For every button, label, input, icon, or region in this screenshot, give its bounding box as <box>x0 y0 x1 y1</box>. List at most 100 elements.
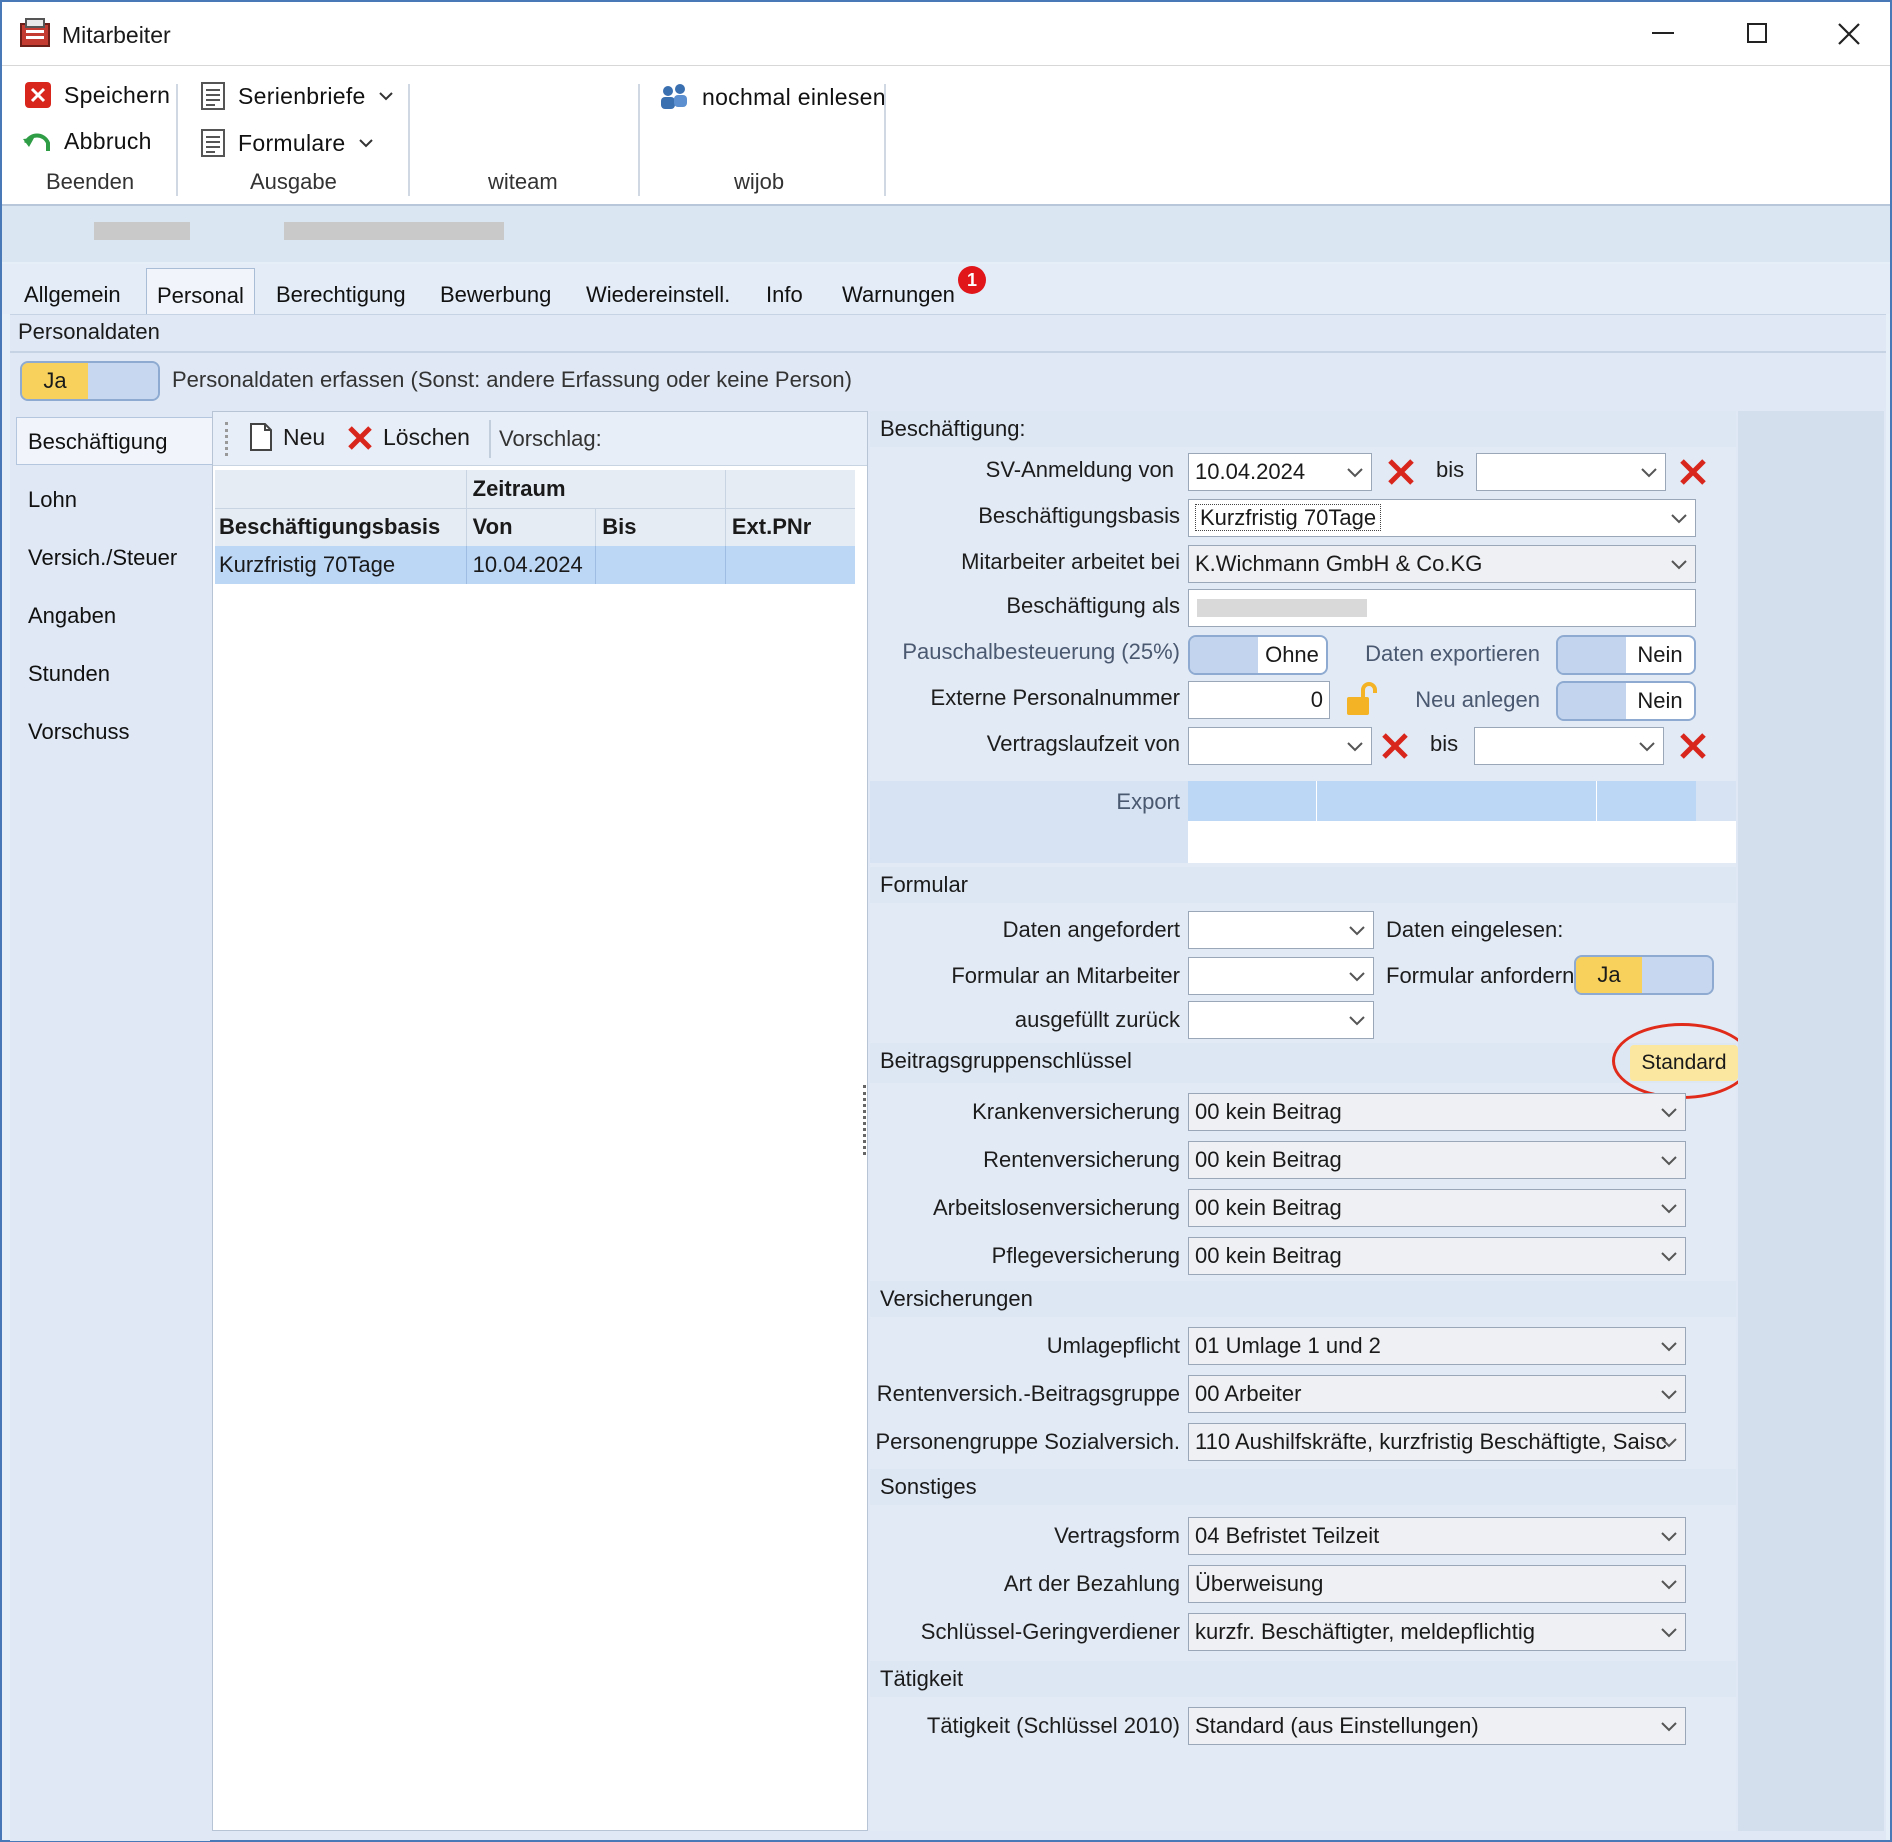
sv-von-field[interactable]: 10.04.2024 <box>1188 453 1372 491</box>
sidebar-item-lohn[interactable]: Lohn <box>28 487 77 513</box>
neu-label: Neu <box>283 423 326 450</box>
chevron-down-icon[interactable] <box>1659 1716 1679 1736</box>
formular-an-mitarbeiter-label: Formular an Mitarbeiter <box>951 963 1180 988</box>
personal-tab-content: Personaldaten Ja Personaldaten erfassen … <box>10 314 1886 1841</box>
chevron-down-icon[interactable] <box>1659 1622 1679 1642</box>
chevron-down-icon[interactable] <box>1659 1336 1679 1356</box>
rentenversich-beitragsgruppe-label: Rentenversich.-Beitragsgruppe <box>876 1381 1180 1406</box>
chevron-down-icon[interactable] <box>1659 1384 1679 1404</box>
chevron-down-icon[interactable] <box>1347 920 1367 940</box>
externe-personalnummer-field[interactable]: 0 <box>1188 681 1330 719</box>
chevron-down-icon[interactable] <box>1659 1432 1679 1452</box>
column-header-basis[interactable]: Beschäftigungsbasis <box>215 508 467 546</box>
arbeitet-bei-value: K.Wichmann GmbH & Co.KG <box>1195 551 1483 576</box>
chevron-down-icon[interactable] <box>1659 1102 1679 1122</box>
toggle-off-area <box>88 363 158 399</box>
rentenversich-beitragsgruppe-select[interactable]: 00 Arbeiter <box>1188 1375 1686 1413</box>
sv-bis-field[interactable] <box>1476 453 1666 491</box>
clear-vertrag-bis-icon[interactable] <box>1678 731 1708 761</box>
arbeitet-bei-select[interactable]: K.Wichmann GmbH & Co.KG <box>1188 545 1696 583</box>
arbeitslosenversicherung-select[interactable]: 00 kein Beitrag <box>1188 1189 1686 1227</box>
sidebar-item-angaben[interactable]: Angaben <box>28 603 116 629</box>
chevron-down-icon[interactable] <box>1669 508 1689 528</box>
chevron-down-icon[interactable] <box>1659 1246 1679 1266</box>
tab-allgemein[interactable]: Allgemein <box>24 282 121 308</box>
clear-vertrag-von-icon[interactable] <box>1380 731 1410 761</box>
column-header-von[interactable]: Von <box>466 508 597 546</box>
tab-warnungen[interactable]: Warnungen <box>842 282 955 308</box>
beschaeftigungsbasis-select[interactable]: Kurzfristig 70Tage <box>1188 499 1696 537</box>
ausgefuellt-zurueck-field[interactable] <box>1188 1001 1374 1039</box>
sidebar-item-vorschuss[interactable]: Vorschuss <box>28 719 130 745</box>
export-grid-body[interactable] <box>1188 821 1736 863</box>
ausgefuellt-zurueck-label: ausgefüllt zurück <box>1014 1007 1180 1032</box>
taetigkeit-select[interactable]: Standard (aus Einstellungen) <box>1188 1707 1686 1745</box>
toolbar-grip <box>225 422 229 456</box>
tab-info[interactable]: Info <box>766 282 803 308</box>
vertrag-von-field[interactable] <box>1188 727 1372 765</box>
close-icon[interactable] <box>1837 22 1861 46</box>
tab-personal[interactable]: Personal <box>146 268 255 316</box>
witeam-group-label: witeam <box>488 169 558 194</box>
chevron-down-icon[interactable] <box>1637 736 1657 756</box>
sidebar-item-beschaeftigung[interactable]: Beschäftigung <box>28 429 167 455</box>
grid-divider <box>1316 781 1317 821</box>
art-der-bezahlung-label: Art der Bezahlung <box>1003 1571 1180 1596</box>
neu-anlegen-toggle[interactable]: Nein <box>1556 681 1696 721</box>
serienbriefe-button[interactable]: Serienbriefe <box>200 81 394 111</box>
tab-wiedereinstell[interactable]: Wiedereinstell. <box>586 282 730 308</box>
chevron-down-icon[interactable] <box>1659 1150 1679 1170</box>
formulare-button[interactable]: Formulare <box>200 128 374 158</box>
neu-button[interactable]: Neu <box>249 422 325 452</box>
select-value: 00 Arbeiter <box>1195 1381 1302 1406</box>
vertrag-bis-field[interactable] <box>1474 727 1664 765</box>
chevron-down-icon[interactable] <box>1347 1010 1367 1030</box>
taetigkeit-header: Tätigkeit <box>870 1661 1736 1697</box>
abbruch-button[interactable]: Abbruch <box>22 128 152 155</box>
tab-bewerbung[interactable]: Bewerbung <box>440 282 551 308</box>
loeschen-button[interactable]: Löschen <box>347 424 470 451</box>
chevron-down-icon[interactable] <box>1345 462 1365 482</box>
rentenversicherung-select[interactable]: 00 kein Beitrag <box>1188 1141 1686 1179</box>
table-row[interactable]: Kurzfristig 70Tage 10.04.2024 <box>215 546 855 584</box>
chevron-down-icon <box>378 92 393 101</box>
daten-exportieren-toggle[interactable]: Nein <box>1556 635 1696 675</box>
pflegeversicherung-select[interactable]: 00 kein Beitrag <box>1188 1237 1686 1275</box>
chevron-down-icon[interactable] <box>1347 966 1367 986</box>
unlock-icon[interactable] <box>1344 681 1378 717</box>
chevron-down-icon[interactable] <box>1669 554 1689 574</box>
clear-sv-bis-icon[interactable] <box>1678 457 1708 487</box>
vertragsform-select[interactable]: 04 Befristet Teilzeit <box>1188 1517 1686 1555</box>
speichern-button[interactable]: Speichern <box>24 81 170 109</box>
minimize-icon[interactable] <box>1652 32 1674 34</box>
formular-an-mitarbeiter-field[interactable] <box>1188 957 1374 995</box>
beschaeftigung-als-field[interactable] <box>1188 589 1696 627</box>
art-der-bezahlung-select[interactable]: Überweisung <box>1188 1565 1686 1603</box>
chevron-down-icon[interactable] <box>1659 1198 1679 1218</box>
form-icon <box>201 129 225 157</box>
tab-berechtigung[interactable]: Berechtigung <box>276 282 406 308</box>
krankenversicherung-select[interactable]: 00 kein Beitrag <box>1188 1093 1686 1131</box>
chevron-down-icon[interactable] <box>1345 736 1365 756</box>
column-header-bis[interactable]: Bis <box>595 508 726 546</box>
sidebar-item-stunden[interactable]: Stunden <box>28 661 110 687</box>
sidebar: Beschäftigung Lohn Versich./Steuer Angab… <box>10 411 212 1841</box>
splitter-handle[interactable] <box>863 1085 867 1155</box>
clear-sv-von-icon[interactable] <box>1386 457 1416 487</box>
daten-angefordert-field[interactable] <box>1188 911 1374 949</box>
pauschalbesteuerung-toggle[interactable]: Ohne <box>1188 635 1328 675</box>
ribbon-separator <box>638 84 640 196</box>
personaldaten-toggle[interactable]: Ja <box>20 361 160 401</box>
sidebar-item-versich-steuer[interactable]: Versich./Steuer <box>28 545 177 571</box>
maximize-icon[interactable] <box>1747 23 1767 43</box>
formular-anfordern-toggle[interactable]: Ja <box>1574 955 1714 995</box>
chevron-down-icon[interactable] <box>1639 462 1659 482</box>
column-header-extpnr[interactable]: Ext.PNr <box>725 508 855 546</box>
personengruppe-select[interactable]: 110 Aushilfskräfte, kurzfristig Beschäft… <box>1188 1423 1686 1461</box>
nochmal-einlesen-button[interactable]: nochmal einlesen <box>658 81 886 113</box>
umlagepflicht-select[interactable]: 01 Umlage 1 und 2 <box>1188 1327 1686 1365</box>
export-label: Export <box>1116 789 1180 814</box>
schluessel-geringverdiener-select[interactable]: kurzfr. Beschäftigter, meldepflichtig <box>1188 1613 1686 1651</box>
chevron-down-icon[interactable] <box>1659 1574 1679 1594</box>
chevron-down-icon[interactable] <box>1659 1526 1679 1546</box>
